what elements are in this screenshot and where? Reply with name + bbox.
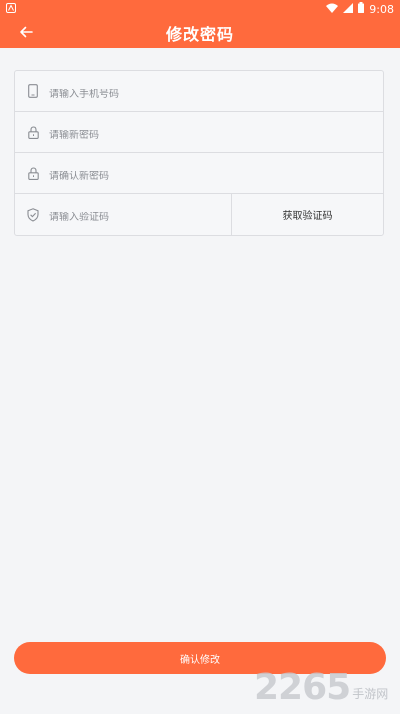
confirm-password-row xyxy=(15,153,383,194)
watermark-text: 手游网 xyxy=(352,686,389,701)
app-bar: 修改密码 xyxy=(0,18,400,48)
lock-icon xyxy=(25,165,41,181)
get-code-button[interactable]: 获取验证码 xyxy=(231,194,383,235)
status-right: 9:08 xyxy=(326,2,400,16)
phone-row xyxy=(15,71,383,112)
watermark-digits: 2265 xyxy=(254,666,351,708)
confirm-password-input[interactable] xyxy=(49,170,219,182)
password-form: 获取验证码 xyxy=(14,70,384,236)
shield-check-icon xyxy=(25,207,41,223)
arrow-left-icon xyxy=(19,24,33,43)
back-button[interactable] xyxy=(16,23,36,43)
status-bar: 9:08 xyxy=(0,0,400,18)
site-watermark: 2265 手游网 xyxy=(254,662,400,712)
battery-icon xyxy=(358,2,365,16)
phone-icon xyxy=(25,83,41,99)
verify-code-input[interactable] xyxy=(49,212,199,223)
change-password-screen: 9:08 修改密码 请输入手机号码 请输入验证码 获取验证码 确认修改 2265… xyxy=(0,0,400,714)
status-time: 9:08 xyxy=(369,2,394,16)
app-notification-icon xyxy=(6,2,16,16)
verify-code-row: 获取验证码 xyxy=(15,194,383,235)
lock-icon xyxy=(25,124,41,140)
new-password-input[interactable] xyxy=(49,129,219,141)
page-title: 修改密码 xyxy=(165,25,234,44)
signal-icon xyxy=(343,2,354,16)
status-left xyxy=(0,2,16,16)
new-password-row xyxy=(15,112,383,153)
wifi-icon xyxy=(326,3,339,16)
phone-input[interactable] xyxy=(49,88,219,100)
